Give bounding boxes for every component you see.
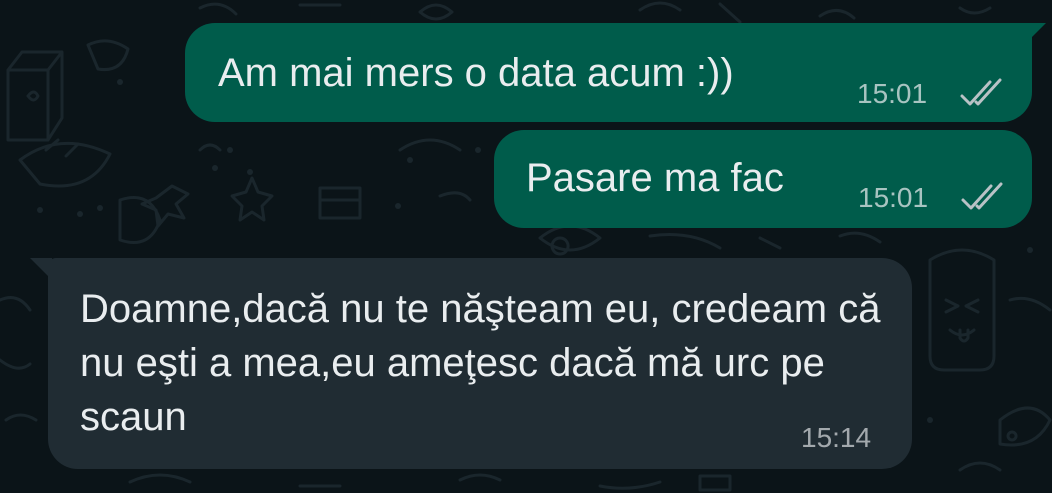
message-text: Pasare ma fac xyxy=(526,156,784,200)
message-timestamp: 15:01 xyxy=(857,78,928,109)
outgoing-message-bubble[interactable]: Am mai mers o data acum :)) 15:01 xyxy=(185,23,1046,122)
message-text: Doamne,dacă nu te năşteam eu, credeam că… xyxy=(80,287,881,439)
message-timestamp: 15:01 xyxy=(858,182,929,213)
read-double-check-icon xyxy=(960,78,1002,106)
chat-conversation-area[interactable]: Am mai mers o data acum :)) 15:01 Pasare… xyxy=(0,0,1052,493)
message-timestamp: 15:14 xyxy=(801,422,872,453)
incoming-message-bubble[interactable]: Doamne,dacă nu te năşteam eu, credeam că… xyxy=(30,258,912,469)
bubble-tail xyxy=(30,258,52,280)
outgoing-message-bubble[interactable]: Pasare ma fac 15:01 xyxy=(494,130,1032,228)
message-text: Am mai mers o data acum :)) xyxy=(218,51,734,95)
read-double-check-icon xyxy=(961,182,1003,210)
bubble-tail xyxy=(1024,23,1046,45)
